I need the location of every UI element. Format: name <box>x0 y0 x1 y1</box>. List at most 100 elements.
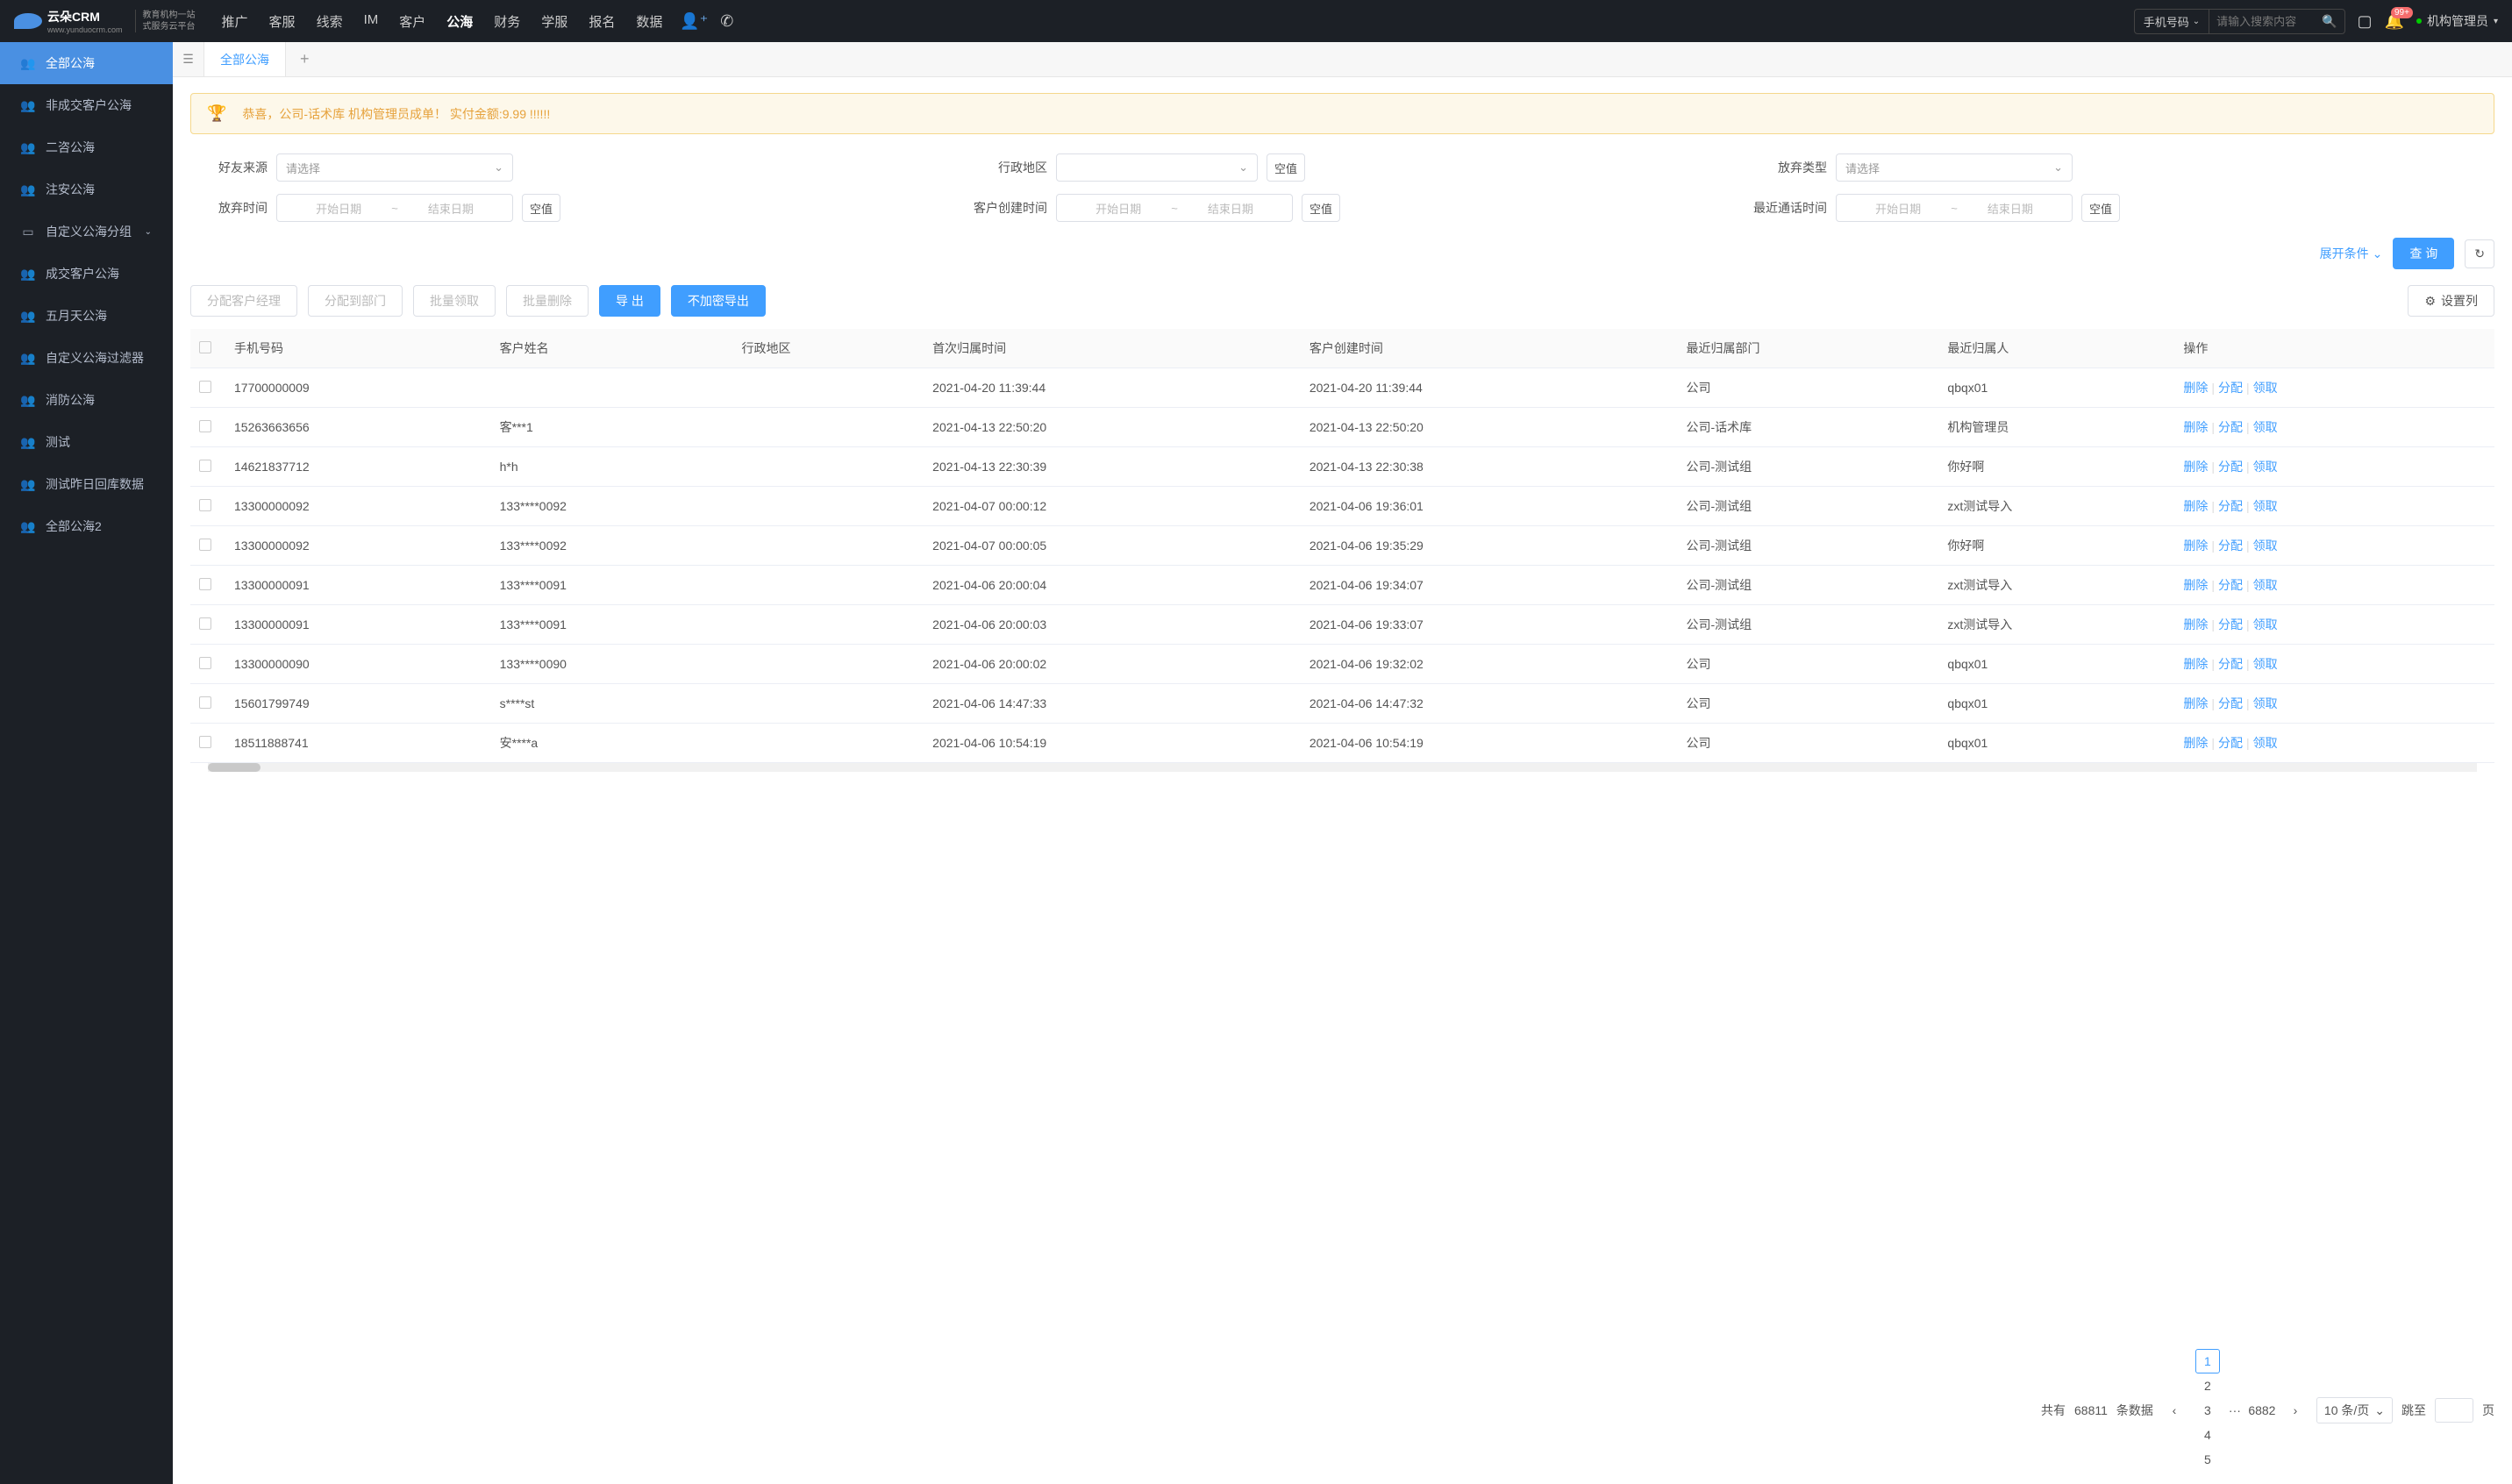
nav-item[interactable]: 报名 <box>589 12 615 31</box>
expand-filters-link[interactable]: 展开条件⌄ <box>2320 245 2383 262</box>
claim-link[interactable]: 领取 <box>2253 539 2278 553</box>
sidebar-item[interactable]: ▭自定义公海分组⌄ <box>0 210 173 253</box>
refresh-button[interactable]: ↻ <box>2465 239 2494 268</box>
assign-link[interactable]: 分配 <box>2218 539 2243 553</box>
column-settings-button[interactable]: ⚙设置列 <box>2408 285 2494 317</box>
region-select[interactable]: ⌄ <box>1056 153 1258 182</box>
nav-item[interactable]: 线索 <box>317 12 343 31</box>
assign-link[interactable]: 分配 <box>2218 696 2243 710</box>
claim-link[interactable]: 领取 <box>2253 499 2278 513</box>
assign-link[interactable]: 分配 <box>2218 381 2243 395</box>
jump-page-input[interactable] <box>2435 1398 2473 1423</box>
create-time-range[interactable]: 开始日期~结束日期 <box>1056 194 1293 222</box>
row-checkbox[interactable] <box>199 460 211 472</box>
delete-link[interactable]: 删除 <box>2183 460 2208 474</box>
sidebar-item[interactable]: 👥测试昨日回库数据 <box>0 463 173 505</box>
page-size-select[interactable]: 10 条/页⌄ <box>2316 1397 2393 1423</box>
claim-link[interactable]: 领取 <box>2253 617 2278 631</box>
assign-link[interactable]: 分配 <box>2218 460 2243 474</box>
horizontal-scrollbar[interactable] <box>208 763 2477 772</box>
nav-item[interactable]: 客户 <box>399 12 425 31</box>
delete-link[interactable]: 删除 <box>2183 617 2208 631</box>
sidebar-item[interactable]: 👥全部公海2 <box>0 505 173 547</box>
assign-manager-button[interactable]: 分配客户经理 <box>190 285 297 317</box>
row-checkbox[interactable] <box>199 578 211 590</box>
null-button[interactable]: 空值 <box>522 194 560 222</box>
search-input[interactable] <box>2209 11 2315 32</box>
last-page-button[interactable]: 6882 <box>2250 1398 2274 1423</box>
row-checkbox[interactable] <box>199 499 211 511</box>
assign-link[interactable]: 分配 <box>2218 657 2243 671</box>
sidebar-item[interactable]: 👥消防公海 <box>0 379 173 421</box>
row-checkbox[interactable] <box>199 539 211 551</box>
scroll-thumb[interactable] <box>208 763 260 772</box>
delete-link[interactable]: 删除 <box>2183 696 2208 710</box>
tab-active[interactable]: 全部公海 <box>204 42 286 76</box>
delete-link[interactable]: 删除 <box>2183 499 2208 513</box>
nav-item[interactable]: 公海 <box>446 12 473 31</box>
page-number-button[interactable]: 4 <box>2195 1423 2220 1447</box>
claim-link[interactable]: 领取 <box>2253 460 2278 474</box>
assign-link[interactable]: 分配 <box>2218 617 2243 631</box>
assign-link[interactable]: 分配 <box>2218 578 2243 592</box>
select-all-checkbox[interactable] <box>199 341 211 353</box>
null-button[interactable]: 空值 <box>2081 194 2120 222</box>
null-button[interactable]: 空值 <box>1267 153 1305 182</box>
page-number-button[interactable]: 3 <box>2195 1398 2220 1423</box>
row-checkbox[interactable] <box>199 736 211 748</box>
assign-dept-button[interactable]: 分配到部门 <box>308 285 403 317</box>
claim-link[interactable]: 领取 <box>2253 657 2278 671</box>
assign-link[interactable]: 分配 <box>2218 736 2243 750</box>
delete-link[interactable]: 删除 <box>2183 736 2208 750</box>
assign-link[interactable]: 分配 <box>2218 420 2243 434</box>
tab-add-button[interactable]: + <box>286 50 324 68</box>
page-number-button[interactable]: 5 <box>2195 1447 2220 1472</box>
user-add-icon[interactable]: 👤⁺ <box>680 12 708 31</box>
call-time-range[interactable]: 开始日期~结束日期 <box>1836 194 2073 222</box>
delete-link[interactable]: 删除 <box>2183 539 2208 553</box>
nav-item[interactable]: 推广 <box>222 12 248 31</box>
prev-page-button[interactable]: ‹ <box>2162 1398 2187 1423</box>
batch-claim-button[interactable]: 批量领取 <box>413 285 496 317</box>
search-icon[interactable]: 🔍 <box>2315 11 2344 32</box>
sidebar-item[interactable]: 👥二咨公海 <box>0 126 173 168</box>
delete-link[interactable]: 删除 <box>2183 420 2208 434</box>
export-plain-button[interactable]: 不加密导出 <box>671 285 766 317</box>
nav-item[interactable]: IM <box>364 12 379 31</box>
delete-link[interactable]: 删除 <box>2183 381 2208 395</box>
mobile-icon[interactable]: ▢ <box>2358 12 2373 31</box>
sidebar-item[interactable]: 👥成交客户公海 <box>0 253 173 295</box>
row-checkbox[interactable] <box>199 617 211 630</box>
assign-link[interactable]: 分配 <box>2218 499 2243 513</box>
batch-delete-button[interactable]: 批量删除 <box>506 285 589 317</box>
bell-icon[interactable]: 🔔99+ <box>2385 12 2404 31</box>
nav-item[interactable]: 客服 <box>269 12 296 31</box>
claim-link[interactable]: 领取 <box>2253 381 2278 395</box>
row-checkbox[interactable] <box>199 696 211 709</box>
page-number-button[interactable]: 2 <box>2195 1373 2220 1398</box>
nav-item[interactable]: 学服 <box>541 12 567 31</box>
abandon-time-range[interactable]: 开始日期~结束日期 <box>276 194 513 222</box>
row-checkbox[interactable] <box>199 420 211 432</box>
nav-item[interactable]: 数据 <box>636 12 662 31</box>
sidebar-item[interactable]: 👥全部公海 <box>0 42 173 84</box>
sidebar-item[interactable]: 👥五月天公海 <box>0 295 173 337</box>
sidebar-item[interactable]: 👥注安公海 <box>0 168 173 210</box>
row-checkbox[interactable] <box>199 381 211 393</box>
claim-link[interactable]: 领取 <box>2253 420 2278 434</box>
nav-item[interactable]: 财务 <box>494 12 520 31</box>
user-menu[interactable]: 机构管理员 ▾ <box>2416 12 2498 30</box>
search-type-select[interactable]: 手机号码⌄ <box>2135 10 2209 33</box>
sidebar-item[interactable]: 👥自定义公海过滤器 <box>0 337 173 379</box>
export-button[interactable]: 导 出 <box>599 285 660 317</box>
query-button[interactable]: 查 询 <box>2393 238 2454 269</box>
row-checkbox[interactable] <box>199 657 211 669</box>
null-button[interactable]: 空值 <box>1302 194 1340 222</box>
tab-list-icon[interactable]: ☰ <box>173 42 204 76</box>
claim-link[interactable]: 领取 <box>2253 578 2278 592</box>
delete-link[interactable]: 删除 <box>2183 657 2208 671</box>
sidebar-item[interactable]: 👥测试 <box>0 421 173 463</box>
friend-source-select[interactable]: 请选择⌄ <box>276 153 513 182</box>
delete-link[interactable]: 删除 <box>2183 578 2208 592</box>
sidebar-item[interactable]: 👥非成交客户公海 <box>0 84 173 126</box>
